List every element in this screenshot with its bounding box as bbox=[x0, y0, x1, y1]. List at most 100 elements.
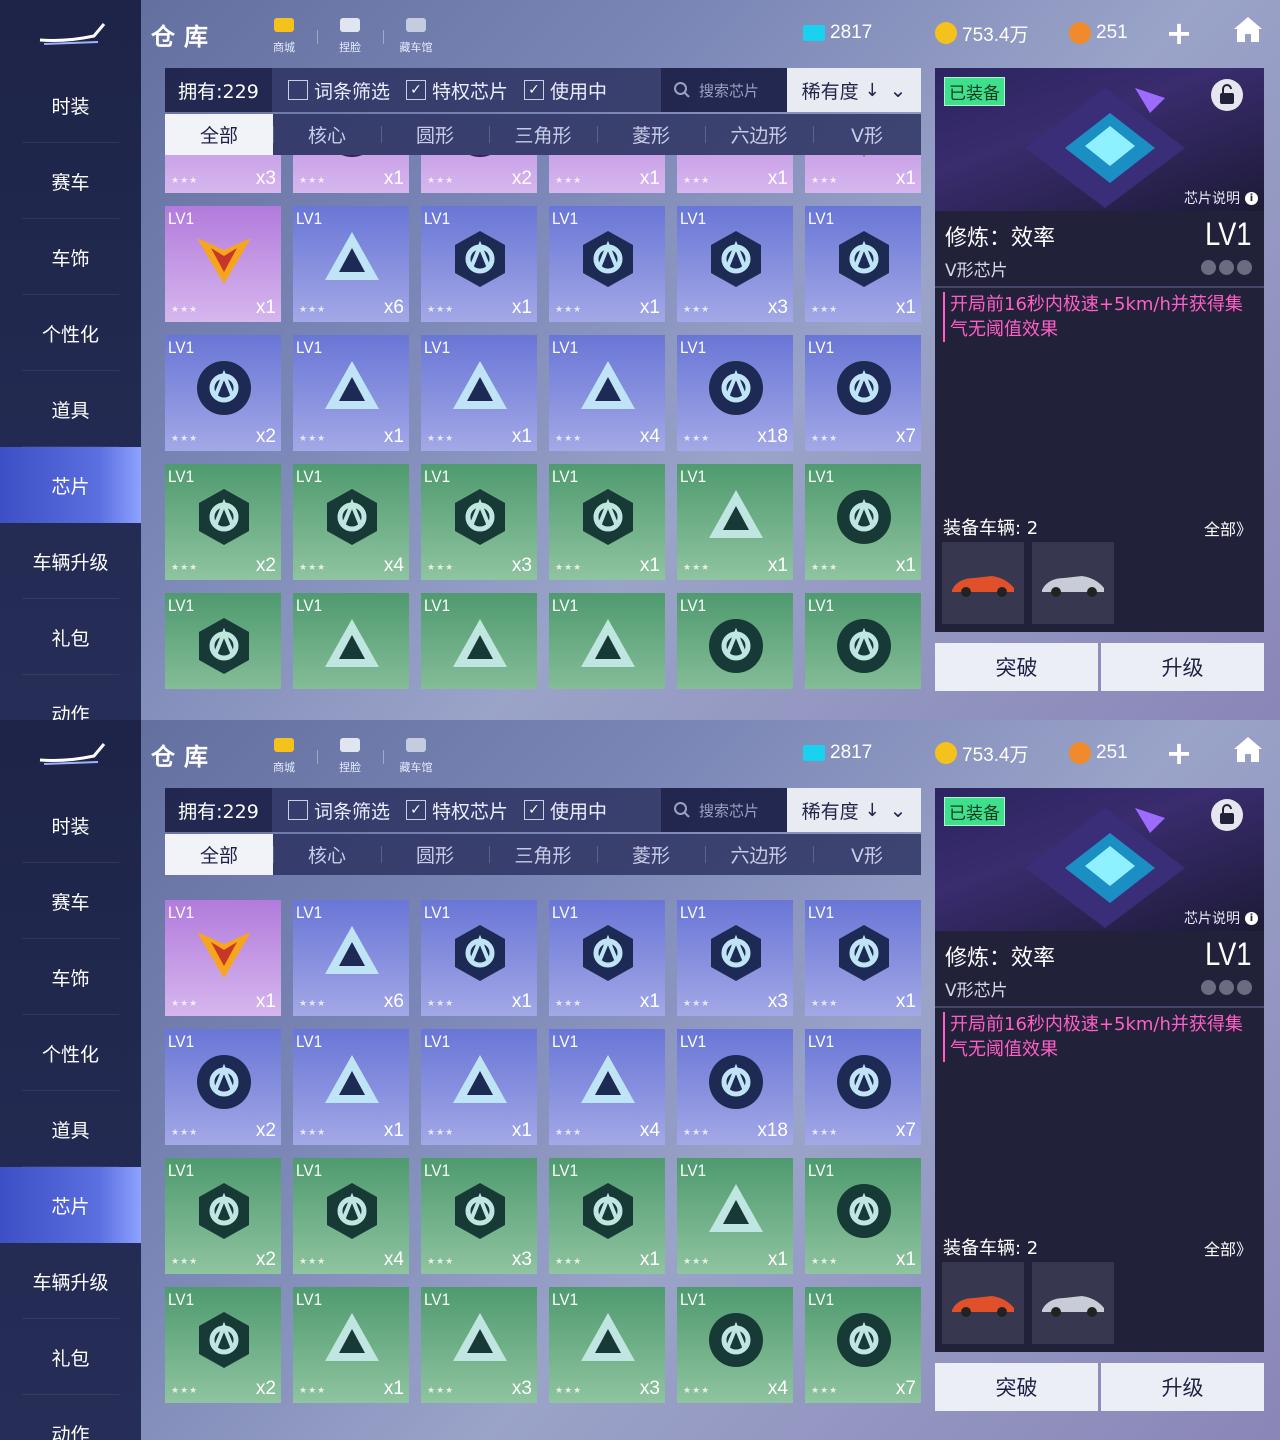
tab-3[interactable]: 三角形 bbox=[489, 114, 597, 155]
chip-card[interactable]: LV1 ★★★ x7 bbox=[805, 1287, 921, 1403]
filter-check-1[interactable]: ✓ 特权芯片 bbox=[406, 797, 508, 824]
chip-card[interactable]: LV1 ★★★ x3 bbox=[421, 1287, 537, 1403]
chip-card[interactable]: ★★★ x1 bbox=[677, 155, 793, 193]
sidebar-item-5[interactable]: 芯片 bbox=[0, 447, 141, 523]
sidebar-item-1[interactable]: 赛车 bbox=[0, 863, 141, 939]
filter-check-2[interactable]: ✓ 使用中 bbox=[524, 797, 607, 824]
shortcut-garage-museum[interactable]: 藏车馆 bbox=[387, 12, 445, 56]
chip-card[interactable]: LV1 ★★★ x1 bbox=[677, 464, 793, 580]
upgrade-button[interactable]: 升级 bbox=[1101, 643, 1264, 691]
sidebar-item-6[interactable]: 车辆升级 bbox=[0, 523, 141, 599]
sidebar-item-4[interactable]: 道具 bbox=[0, 1091, 141, 1167]
search-input[interactable]: 搜索芯片 bbox=[661, 788, 787, 832]
shortcut-face-mask[interactable]: 捏脸 bbox=[321, 12, 379, 56]
sidebar-item-0[interactable]: 时装 bbox=[0, 787, 141, 863]
chip-card[interactable]: ★★★ x1 bbox=[549, 155, 665, 193]
view-all-vehicles-link[interactable]: 全部》 bbox=[1204, 516, 1252, 540]
lock-icon[interactable] bbox=[1210, 798, 1244, 832]
chip-card[interactable]: LV1★★★ bbox=[293, 593, 409, 689]
tab-4[interactable]: 菱形 bbox=[597, 834, 705, 875]
chip-card[interactable]: LV1 ★★★ x2 bbox=[165, 335, 281, 451]
sidebar-item-3[interactable]: 个性化 bbox=[0, 1015, 141, 1091]
chip-card[interactable]: LV1 ★★★ x3 bbox=[421, 464, 537, 580]
sort-dropdown[interactable]: 稀有度 ↓ ⌄ bbox=[787, 788, 921, 832]
chip-card[interactable]: LV1 ★★★ x3 bbox=[677, 900, 793, 1016]
chip-card[interactable]: LV1 ★★★ x1 bbox=[805, 1158, 921, 1274]
sort-dropdown[interactable]: 稀有度 ↓ ⌄ bbox=[787, 68, 921, 112]
tab-1[interactable]: 核心 bbox=[273, 834, 381, 875]
chip-card[interactable]: LV1★★★ bbox=[421, 593, 537, 689]
tab-6[interactable]: V形 bbox=[813, 114, 921, 155]
sidebar-item-5[interactable]: 芯片 bbox=[0, 1167, 141, 1243]
sidebar-item-4[interactable]: 道具 bbox=[0, 371, 141, 447]
chip-card[interactable]: LV1 ★★★ x6 bbox=[293, 206, 409, 322]
breakthrough-button[interactable]: 突破 bbox=[935, 643, 1098, 691]
chip-card[interactable]: LV1★★★ bbox=[549, 593, 665, 689]
tab-0[interactable]: 全部 bbox=[165, 834, 273, 875]
sidebar-item-8[interactable]: 动作 bbox=[0, 1395, 141, 1440]
chip-card[interactable]: LV1 ★★★ x6 bbox=[293, 900, 409, 1016]
chip-card[interactable]: LV1 ★★★ x1 bbox=[421, 335, 537, 451]
tab-2[interactable]: 圆形 bbox=[381, 114, 489, 155]
chip-card[interactable]: LV1 ★★★ x3 bbox=[549, 1287, 665, 1403]
chip-card[interactable]: ★★★ x1 bbox=[805, 155, 921, 193]
chip-card[interactable]: LV1 ★★★ x4 bbox=[293, 464, 409, 580]
chip-card[interactable]: LV1 ★★★ x1 bbox=[549, 206, 665, 322]
home-icon[interactable] bbox=[1232, 734, 1264, 764]
tab-4[interactable]: 菱形 bbox=[597, 114, 705, 155]
chip-card[interactable]: LV1★★★ bbox=[165, 593, 281, 689]
chip-grid[interactable]: ★★★ x3 ★★★ x1 ★★★ x2 ★★★ x1 ★★★ x1 ★★★ x1 LV1 ★★★ x1 LV… bbox=[165, 155, 921, 689]
chip-card[interactable]: LV1 ★★★ x1 bbox=[805, 206, 921, 322]
sidebar-item-6[interactable]: 车辆升级 bbox=[0, 1243, 141, 1319]
chip-card[interactable]: LV1 ★★★ x3 bbox=[421, 1158, 537, 1274]
breakthrough-button[interactable]: 突破 bbox=[935, 1363, 1098, 1411]
add-currency-button[interactable]: + bbox=[1163, 737, 1195, 769]
chip-card[interactable]: LV1 ★★★ x1 bbox=[165, 900, 281, 1016]
chip-grid[interactable]: LV1 ★★★ x1 LV1 ★★★ x6 LV1 ★★★ x1 LV1 ★★★ x1 LV1 ★★★ x3… bbox=[165, 875, 921, 1409]
tab-5[interactable]: 六边形 bbox=[705, 834, 813, 875]
home-icon[interactable] bbox=[1232, 14, 1264, 44]
tab-6[interactable]: V形 bbox=[813, 834, 921, 875]
chip-card[interactable]: LV1 ★★★ x7 bbox=[805, 1029, 921, 1145]
search-input[interactable]: 搜索芯片 bbox=[661, 68, 787, 112]
chip-card[interactable]: LV1 ★★★ x1 bbox=[421, 206, 537, 322]
vehicle-thumb[interactable] bbox=[942, 542, 1024, 624]
shortcut-shop-cart[interactable]: 商城 bbox=[255, 12, 313, 56]
shortcut-face-mask[interactable]: 捏脸 bbox=[321, 732, 379, 776]
chip-card[interactable]: LV1 ★★★ x4 bbox=[549, 1029, 665, 1145]
sidebar-item-7[interactable]: 礼包 bbox=[0, 1319, 141, 1395]
chip-card[interactable]: LV1 ★★★ x1 bbox=[805, 900, 921, 1016]
chip-card[interactable]: LV1 ★★★ x1 bbox=[805, 464, 921, 580]
sidebar-item-0[interactable]: 时装 bbox=[0, 67, 141, 143]
chip-card[interactable]: LV1 ★★★ x1 bbox=[549, 1158, 665, 1274]
lock-icon[interactable] bbox=[1210, 78, 1244, 112]
chip-card[interactable]: LV1 ★★★ x1 bbox=[293, 1029, 409, 1145]
filter-check-1[interactable]: ✓ 特权芯片 bbox=[406, 77, 508, 104]
chip-card[interactable]: ★★★ x1 bbox=[293, 155, 409, 193]
vehicle-thumb[interactable] bbox=[1032, 542, 1114, 624]
chip-card[interactable]: ★★★ x2 bbox=[421, 155, 537, 193]
chip-card[interactable]: LV1 ★★★ x2 bbox=[165, 1029, 281, 1145]
chip-card[interactable]: LV1 ★★★ x4 bbox=[677, 1287, 793, 1403]
chip-card[interactable]: LV1 ★★★ x1 bbox=[677, 1158, 793, 1274]
add-currency-button[interactable]: + bbox=[1163, 17, 1195, 49]
tab-0[interactable]: 全部 bbox=[165, 114, 273, 155]
view-all-vehicles-link[interactable]: 全部》 bbox=[1204, 1236, 1252, 1260]
chip-card[interactable]: LV1★★★ bbox=[677, 593, 793, 689]
sidebar-item-8[interactable]: 动作 bbox=[0, 675, 141, 721]
upgrade-button[interactable]: 升级 bbox=[1101, 1363, 1264, 1411]
tab-2[interactable]: 圆形 bbox=[381, 834, 489, 875]
tab-5[interactable]: 六边形 bbox=[705, 114, 813, 155]
filter-check-0[interactable]: 词条筛选 bbox=[288, 77, 390, 104]
chip-card[interactable]: LV1 ★★★ x1 bbox=[421, 900, 537, 1016]
shortcut-garage-museum[interactable]: 藏车馆 bbox=[387, 732, 445, 776]
sidebar-item-7[interactable]: 礼包 bbox=[0, 599, 141, 675]
chip-card[interactable]: LV1★★★ bbox=[805, 593, 921, 689]
vehicle-thumb[interactable] bbox=[942, 1262, 1024, 1344]
chip-card[interactable]: LV1 ★★★ x4 bbox=[293, 1158, 409, 1274]
filter-check-2[interactable]: ✓ 使用中 bbox=[524, 77, 607, 104]
chip-note-link[interactable]: 芯片说明 i bbox=[1184, 188, 1258, 208]
filter-check-0[interactable]: 词条筛选 bbox=[288, 797, 390, 824]
chip-card[interactable]: LV1 ★★★ x1 bbox=[421, 1029, 537, 1145]
chip-card[interactable]: LV1 ★★★ x18 bbox=[677, 335, 793, 451]
